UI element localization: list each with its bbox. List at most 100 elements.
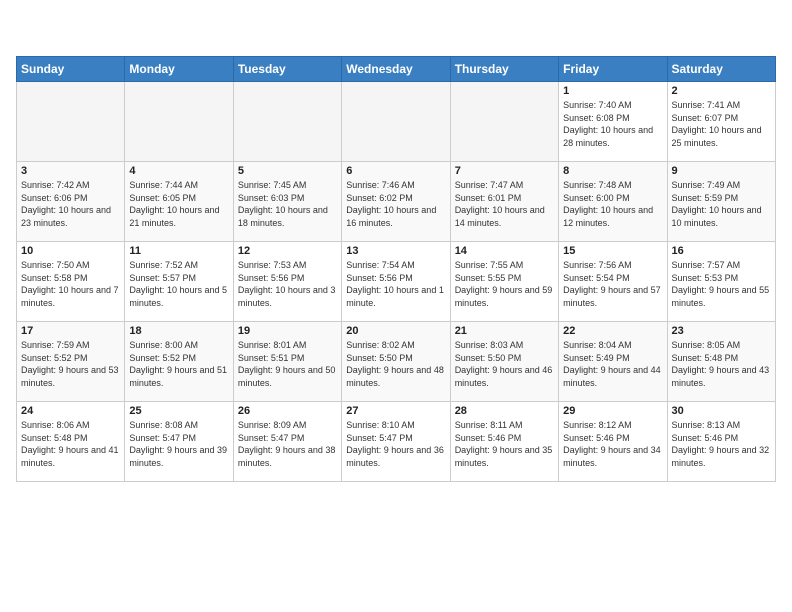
calendar-cell: 26 Sunrise: 8:09 AM Sunset: 5:47 PM Dayli… (233, 402, 341, 482)
day-info: Sunrise: 8:11 AM Sunset: 5:46 PM Dayligh… (455, 419, 554, 469)
day-info: Sunrise: 7:45 AM Sunset: 6:03 PM Dayligh… (238, 179, 337, 229)
day-info: Sunrise: 8:04 AM Sunset: 5:49 PM Dayligh… (563, 339, 662, 389)
day-number: 12 (238, 245, 337, 257)
calendar-cell: 2 Sunrise: 7:41 AM Sunset: 6:07 PM Daylig… (667, 82, 775, 162)
day-info: Sunrise: 8:10 AM Sunset: 5:47 PM Dayligh… (346, 419, 445, 469)
calendar-week-row: 10 Sunrise: 7:50 AM Sunset: 5:58 PM Dayli… (17, 242, 776, 322)
day-info: Sunrise: 8:01 AM Sunset: 5:51 PM Dayligh… (238, 339, 337, 389)
day-info: Sunrise: 7:49 AM Sunset: 5:59 PM Dayligh… (672, 179, 771, 229)
day-number: 24 (21, 405, 120, 417)
day-number: 9 (672, 165, 771, 177)
calendar-cell: 20 Sunrise: 8:02 AM Sunset: 5:50 PM Dayli… (342, 322, 450, 402)
day-number: 6 (346, 165, 445, 177)
day-info: Sunrise: 8:09 AM Sunset: 5:47 PM Dayligh… (238, 419, 337, 469)
day-number: 16 (672, 245, 771, 257)
calendar-cell (17, 82, 125, 162)
day-info: Sunrise: 7:52 AM Sunset: 5:57 PM Dayligh… (129, 259, 228, 309)
calendar-cell: 4 Sunrise: 7:44 AM Sunset: 6:05 PM Daylig… (125, 162, 233, 242)
weekday-header: Thursday (450, 57, 558, 82)
day-number: 23 (672, 325, 771, 337)
calendar-cell: 15Sunrise: 7:56 AM Sunset: 5:54 PM Dayli… (559, 242, 667, 322)
day-info: Sunrise: 7:42 AM Sunset: 6:06 PM Dayligh… (21, 179, 120, 229)
day-number: 13 (346, 245, 445, 257)
calendar-cell: 21 Sunrise: 8:03 AM Sunset: 5:50 PM Dayli… (450, 322, 558, 402)
day-info: Sunrise: 7:54 AM Sunset: 5:56 PM Dayligh… (346, 259, 445, 309)
day-info: Sunrise: 8:06 AM Sunset: 5:48 PM Dayligh… (21, 419, 120, 469)
calendar-cell: 28 Sunrise: 8:11 AM Sunset: 5:46 PM Dayli… (450, 402, 558, 482)
calendar-week-row: 24 Sunrise: 8:06 AM Sunset: 5:48 PM Dayli… (17, 402, 776, 482)
calendar-cell: 3Sunrise: 7:42 AM Sunset: 6:06 PM Daylig… (17, 162, 125, 242)
calendar-cell (342, 82, 450, 162)
day-number: 17 (21, 325, 120, 337)
calendar-cell: 7 Sunrise: 7:47 AM Sunset: 6:01 PM Daylig… (450, 162, 558, 242)
day-number: 22 (563, 325, 662, 337)
calendar-cell: 6Sunrise: 7:46 AM Sunset: 6:02 PM Daylig… (342, 162, 450, 242)
calendar-cell: 30 Sunrise: 8:13 AM Sunset: 5:46 PM Dayli… (667, 402, 775, 482)
calendar-week-row: 17 Sunrise: 7:59 AM Sunset: 5:52 PM Dayli… (17, 322, 776, 402)
calendar-cell (450, 82, 558, 162)
day-info: Sunrise: 7:55 AM Sunset: 5:55 PM Dayligh… (455, 259, 554, 309)
weekday-header: Saturday (667, 57, 775, 82)
day-info: Sunrise: 7:50 AM Sunset: 5:58 PM Dayligh… (21, 259, 120, 309)
day-number: 30 (672, 405, 771, 417)
calendar-cell: 22 Sunrise: 8:04 AM Sunset: 5:49 PM Dayli… (559, 322, 667, 402)
day-number: 21 (455, 325, 554, 337)
calendar-cell: 9 Sunrise: 7:49 AM Sunset: 5:59 PM Daylig… (667, 162, 775, 242)
day-info: Sunrise: 8:13 AM Sunset: 5:46 PM Dayligh… (672, 419, 771, 469)
calendar-cell: 1 Sunrise: 7:40 AM Sunset: 6:08 PM Daylig… (559, 82, 667, 162)
day-number: 28 (455, 405, 554, 417)
weekday-header: Wednesday (342, 57, 450, 82)
day-number: 2 (672, 85, 771, 97)
day-info: Sunrise: 8:02 AM Sunset: 5:50 PM Dayligh… (346, 339, 445, 389)
day-number: 10 (21, 245, 120, 257)
day-info: Sunrise: 8:00 AM Sunset: 5:52 PM Dayligh… (129, 339, 228, 389)
day-number: 20 (346, 325, 445, 337)
day-info: Sunrise: 7:48 AM Sunset: 6:00 PM Dayligh… (563, 179, 662, 229)
weekday-header: Friday (559, 57, 667, 82)
day-number: 11 (129, 245, 228, 257)
calendar-cell (125, 82, 233, 162)
weekday-header: Tuesday (233, 57, 341, 82)
calendar-cell: 5 Sunrise: 7:45 AM Sunset: 6:03 PM Daylig… (233, 162, 341, 242)
day-info: Sunrise: 7:59 AM Sunset: 5:52 PM Dayligh… (21, 339, 120, 389)
calendar-cell: 12Sunrise: 7:53 AM Sunset: 5:56 PM Dayli… (233, 242, 341, 322)
day-number: 18 (129, 325, 228, 337)
day-info: Sunrise: 7:41 AM Sunset: 6:07 PM Dayligh… (672, 99, 771, 149)
calendar-cell: 11 Sunrise: 7:52 AM Sunset: 5:57 PM Dayli… (125, 242, 233, 322)
day-number: 29 (563, 405, 662, 417)
day-number: 26 (238, 405, 337, 417)
calendar-cell (233, 82, 341, 162)
day-number: 27 (346, 405, 445, 417)
day-info: Sunrise: 7:44 AM Sunset: 6:05 PM Dayligh… (129, 179, 228, 229)
day-info: Sunrise: 8:08 AM Sunset: 5:47 PM Dayligh… (129, 419, 228, 469)
calendar-table: SundayMondayTuesdayWednesdayThursdayFrid… (16, 56, 776, 482)
day-info: Sunrise: 8:12 AM Sunset: 5:46 PM Dayligh… (563, 419, 662, 469)
calendar-cell: 10 Sunrise: 7:50 AM Sunset: 5:58 PM Dayli… (17, 242, 125, 322)
day-number: 7 (455, 165, 554, 177)
calendar-cell: 8Sunrise: 7:48 AM Sunset: 6:00 PM Daylig… (559, 162, 667, 242)
calendar-week-row: 3Sunrise: 7:42 AM Sunset: 6:06 PM Daylig… (17, 162, 776, 242)
logo (16, 16, 48, 44)
day-number: 19 (238, 325, 337, 337)
day-info: Sunrise: 7:40 AM Sunset: 6:08 PM Dayligh… (563, 99, 662, 149)
weekday-header: Monday (125, 57, 233, 82)
day-number: 5 (238, 165, 337, 177)
day-info: Sunrise: 7:57 AM Sunset: 5:53 PM Dayligh… (672, 259, 771, 309)
day-info: Sunrise: 8:03 AM Sunset: 5:50 PM Dayligh… (455, 339, 554, 389)
day-number: 14 (455, 245, 554, 257)
calendar-cell: 25Sunrise: 8:08 AM Sunset: 5:47 PM Dayli… (125, 402, 233, 482)
calendar-cell: 23 Sunrise: 8:05 AM Sunset: 5:48 PM Dayli… (667, 322, 775, 402)
day-info: Sunrise: 7:56 AM Sunset: 5:54 PM Dayligh… (563, 259, 662, 309)
logo-icon (16, 16, 48, 44)
day-number: 4 (129, 165, 228, 177)
calendar-cell: 16 Sunrise: 7:57 AM Sunset: 5:53 PM Dayli… (667, 242, 775, 322)
calendar-cell: 14 Sunrise: 7:55 AM Sunset: 5:55 PM Dayli… (450, 242, 558, 322)
day-info: Sunrise: 8:05 AM Sunset: 5:48 PM Dayligh… (672, 339, 771, 389)
calendar-cell: 13 Sunrise: 7:54 AM Sunset: 5:56 PM Dayli… (342, 242, 450, 322)
day-info: Sunrise: 7:47 AM Sunset: 6:01 PM Dayligh… (455, 179, 554, 229)
calendar-header-row: SundayMondayTuesdayWednesdayThursdayFrid… (17, 57, 776, 82)
day-number: 1 (563, 85, 662, 97)
weekday-header: Sunday (17, 57, 125, 82)
calendar-week-row: 1 Sunrise: 7:40 AM Sunset: 6:08 PM Daylig… (17, 82, 776, 162)
calendar-cell: 27 Sunrise: 8:10 AM Sunset: 5:47 PM Dayli… (342, 402, 450, 482)
